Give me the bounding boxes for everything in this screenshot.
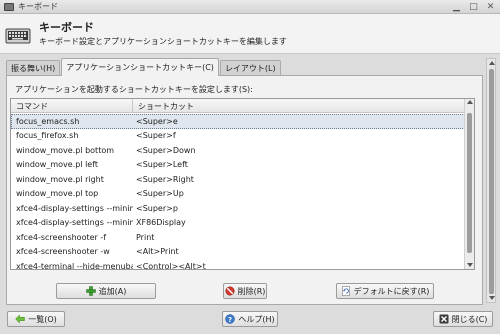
help-button[interactable]: ? ヘルプ(H) — [222, 311, 278, 327]
add-button-label: 追加(A) — [98, 286, 127, 296]
window-title: キーボード — [18, 2, 58, 11]
list-item[interactable]: window_move.pl top <Super>Up — [11, 187, 465, 202]
dialog-header: キーボード キーボード設定とアプリケーションショートカットキーを編集します — [0, 14, 500, 54]
scroll-down-icon[interactable] — [467, 263, 473, 267]
tab-behavior[interactable]: 振る舞い(H) — [6, 60, 61, 76]
panel-description: アプリケーションを起動するショートカットキーを設定します(S): — [15, 85, 253, 94]
shortcut-cell: Print — [136, 232, 155, 242]
shortcut-cell: <Super>p — [136, 203, 178, 213]
add-button[interactable]: 追加(A) — [56, 283, 156, 299]
command-cell: xfce4-screenshooter -f — [16, 232, 107, 242]
shortcut-cell: <Control><Alt>t — [136, 261, 206, 271]
close-window-icon[interactable]: ✕ — [485, 1, 496, 12]
document-revert-icon — [341, 286, 350, 296]
command-cell: focus_firefox.sh — [16, 131, 79, 141]
delete-icon — [225, 286, 235, 296]
shortcut-cell: <Super>Up — [136, 189, 184, 199]
add-icon — [85, 286, 96, 296]
list-item[interactable]: xfce4-screenshooter -w <Alt>Print — [11, 245, 465, 260]
command-cell: xfce4-display-settings --minimal — [16, 218, 133, 228]
list-item[interactable]: window_move.pl bottom <Super>Down — [11, 143, 465, 158]
tab-layout[interactable]: レイアウト(L) — [219, 60, 281, 76]
dialog-scrollbar[interactable] — [486, 58, 496, 303]
delete-button-label: 削除(R) — [237, 286, 266, 296]
command-cell: window_move.pl right — [16, 174, 104, 184]
window-titlebar[interactable]: キーボード ▁ □ ✕ — [0, 0, 500, 14]
help-icon: ? — [225, 314, 236, 324]
reset-defaults-button[interactable]: デフォルトに戻す(R) — [336, 283, 434, 299]
command-cell: xfce4-display-settings --minimal — [16, 203, 133, 213]
column-header-shortcut[interactable]: ショートカット — [133, 99, 194, 113]
list-item[interactable]: xfce4-screenshooter -f Print — [11, 230, 465, 245]
list-item[interactable]: focus_emacs.sh <Super>e — [11, 114, 465, 129]
tab-bar: 振る舞い(H) アプリケーションショートカットキー(C) レイアウト(L) — [6, 58, 282, 76]
list-scrollbar[interactable] — [464, 99, 474, 269]
close-label: 閉じる(C) — [451, 314, 488, 324]
list-item[interactable]: xfce4-display-settings --minimal <Super>… — [11, 201, 465, 216]
close-icon — [439, 314, 449, 324]
minimize-icon[interactable]: ▁ — [451, 1, 462, 12]
scroll-up-icon[interactable] — [489, 61, 495, 65]
delete-button[interactable]: 削除(R) — [223, 283, 267, 299]
command-cell: focus_emacs.sh — [16, 116, 80, 126]
help-label: ヘルプ(H) — [238, 314, 275, 324]
shortcut-cell: <Super>Down — [136, 145, 196, 155]
shortcut-cell: <Super>Right — [136, 174, 194, 184]
header-subtitle: キーボード設定とアプリケーションショートカットキーを編集します — [39, 37, 287, 46]
shortcut-cell: <Alt>Print — [136, 247, 179, 257]
list-item[interactable]: xfce4-terminal --hide-menubar <Control><… — [11, 259, 465, 274]
scrollbar-thumb[interactable] — [489, 69, 494, 294]
all-settings-button[interactable]: 一覧(O) — [7, 311, 65, 327]
svg-text:?: ? — [228, 316, 232, 324]
command-cell: xfce4-screenshooter -w — [16, 247, 110, 257]
arrow-left-icon — [15, 314, 25, 324]
command-cell: window_move.pl top — [16, 189, 99, 199]
scrollbar-thumb[interactable] — [467, 113, 472, 253]
list-header: コマンド ショートカット — [11, 99, 465, 113]
column-header-command[interactable]: コマンド — [11, 99, 133, 113]
command-cell: xfce4-terminal --hide-menubar — [16, 261, 133, 271]
list-item[interactable]: focus_firefox.sh <Super>f — [11, 129, 465, 144]
shortcut-cell: <Super>f — [136, 131, 176, 141]
keyboard-icon — [5, 28, 31, 44]
reset-defaults-label: デフォルトに戻す(R) — [353, 286, 430, 296]
list-item[interactable]: xfce4-display-settings --minimal XF86Dis… — [11, 216, 465, 231]
command-cell: window_move.pl left — [16, 160, 99, 170]
all-settings-label: 一覧(O) — [28, 314, 57, 324]
scroll-up-icon[interactable] — [467, 100, 473, 104]
shortcut-cell: XF86Display — [136, 218, 186, 228]
shortcut-cell: <Super>e — [136, 116, 178, 126]
shortcut-list[interactable]: コマンド ショートカット focus_emacs.sh <Super>e foc… — [10, 98, 475, 271]
shortcut-cell: <Super>Left — [136, 160, 188, 170]
maximize-icon[interactable]: □ — [468, 1, 479, 12]
header-title: キーボード — [39, 21, 94, 34]
list-item[interactable]: window_move.pl right <Super>Right — [11, 172, 465, 187]
keyboard-app-icon — [4, 2, 14, 11]
command-cell: window_move.pl bottom — [16, 145, 115, 155]
list-item[interactable]: window_move.pl left <Super>Left — [11, 158, 465, 173]
scroll-down-icon[interactable] — [489, 296, 495, 300]
close-button[interactable]: 閉じる(C) — [433, 311, 493, 327]
tab-application-shortcuts[interactable]: アプリケーションショートカットキー(C) — [61, 58, 219, 76]
